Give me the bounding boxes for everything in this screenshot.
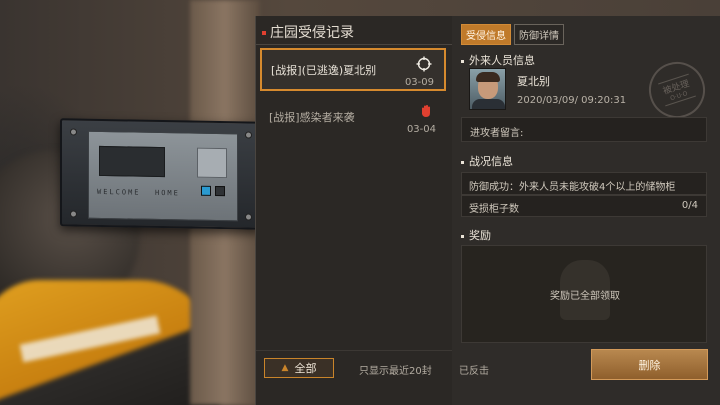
record-list-title: 庄园受侵记录 — [262, 22, 354, 42]
record-item-date: 03-04 — [406, 124, 436, 135]
divider — [256, 44, 452, 45]
record-detail-column: 受侵信息 防御详情 外来人员信息 夏北别 2020/03/09/ 09:20:3… — [461, 16, 715, 405]
screw — [70, 128, 77, 136]
bullet-icon — [461, 234, 464, 238]
door-security-panel: WELCOME HOME — [60, 118, 260, 230]
triangle-up-icon: ▲ — [281, 363, 289, 373]
record-list-title-text: 庄园受侵记录 — [270, 25, 354, 41]
battle-result-text: 防御成功：外来人员未能攻破4个以上的储物柜 — [469, 182, 676, 193]
bullet-icon — [461, 59, 464, 63]
battle-section-text: 战况信息 — [469, 155, 513, 168]
title-marker-icon — [262, 31, 266, 35]
intruder-name: 夏北别 — [517, 75, 550, 88]
panel-screen — [99, 145, 165, 178]
avatar-shirt — [472, 99, 505, 109]
tab-intrusion-info[interactable]: 受侵信息 — [461, 24, 511, 45]
panel-blue-button — [201, 185, 211, 196]
record-item[interactable]: [战报]感染者来袭 03-04 — [260, 97, 446, 140]
filter-all-button[interactable]: ▲ 全部 — [264, 358, 334, 378]
recent-limit-note: 只显示最近20封 — [359, 366, 432, 377]
handled-stamp-icon: 被处理 O·U·O — [641, 54, 713, 126]
battle-result-row: 防御成功：外来人员未能攻破4个以上的储物柜 — [461, 172, 707, 195]
panel-keypad — [197, 147, 227, 179]
screw — [245, 213, 252, 221]
intruder-section-title: 外来人员信息 — [461, 52, 535, 68]
avatar-hair — [476, 72, 500, 82]
reward-section-text: 奖励 — [469, 229, 491, 242]
reward-box: 奖励已全部领取 — [461, 245, 707, 343]
screw — [70, 210, 77, 218]
battle-section-title: 战况信息 — [461, 153, 513, 169]
record-item-selected[interactable]: [战报](已逃逸)夏北别 03-09 — [260, 48, 446, 91]
delete-button[interactable]: 删除 — [591, 349, 708, 380]
intruder-section-text: 外来人员信息 — [469, 54, 535, 67]
record-list-column: 庄园受侵记录 [战报](已逃逸)夏北别 03-09 [战报]感染者来袭 03-0… — [256, 16, 452, 405]
record-item-title: [战报](已逃逸)夏北别 — [271, 64, 377, 77]
intrusion-record-panel: 庄园受侵记录 [战报](已逃逸)夏北别 03-09 [战报]感染者来袭 03-0… — [255, 16, 720, 405]
red-hand-icon — [422, 105, 430, 117]
bullet-icon — [461, 160, 464, 164]
reward-claimed-text: 奖励已全部领取 — [550, 291, 620, 302]
crosshair-icon — [416, 56, 432, 72]
panel-welcome-label: WELCOME — [97, 187, 141, 197]
record-item-title: [战报]感染者来袭 — [269, 111, 355, 124]
record-item-date: 03-09 — [404, 77, 434, 88]
filter-all-label: 全部 — [294, 362, 317, 375]
tab-defense-details[interactable]: 防御详情 — [514, 24, 564, 45]
screw — [245, 131, 252, 139]
detail-tabs: 受侵信息 防御详情 — [461, 24, 564, 45]
damaged-lockers-label: 受损柜子数 — [469, 204, 519, 215]
attacker-message-box: 进攻者留言: — [461, 117, 707, 142]
panel-dark-button — [215, 185, 225, 197]
panel-home-label: HOME — [155, 188, 180, 198]
divider — [256, 350, 452, 351]
damaged-lockers-value: 0/4 — [681, 200, 698, 211]
panel-plate: WELCOME HOME — [88, 130, 238, 222]
intruder-avatar — [469, 68, 506, 110]
reward-section-title: 奖励 — [461, 227, 491, 243]
attacker-message-label: 进攻者留言: — [470, 128, 524, 139]
damaged-lockers-row: 受损柜子数 0/4 — [461, 195, 707, 217]
intruder-time: 2020/03/09/ 09:20:31 — [517, 95, 627, 106]
